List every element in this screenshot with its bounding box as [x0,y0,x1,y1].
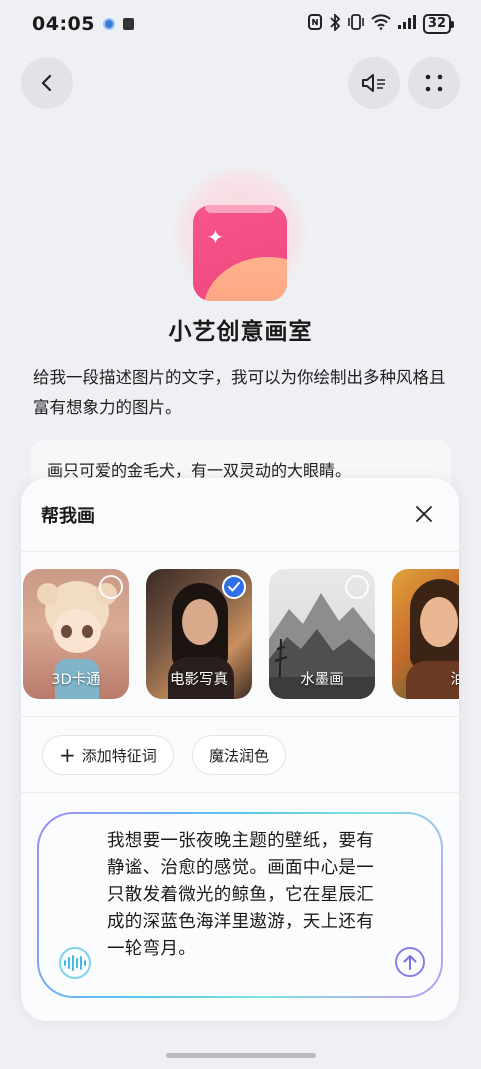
divider [21,716,459,717]
status-time: 04:05 [32,13,95,35]
sheet-title: 帮我画 [41,506,95,527]
voice-wave-icon[interactable] [59,947,91,979]
prompt-input-container[interactable]: 我想要一张夜晚主题的壁纸，要有静谧、治愈的感觉。画面中心是一只散发着微光的鲸鱼，… [37,812,443,998]
add-feature-words-chip[interactable]: + 添加特征词 [42,735,174,775]
chip-label: 魔法润色 [209,746,270,765]
style-label: 水墨画 [300,672,344,688]
style-card-film-portrait[interactable]: 电影写真 [146,569,252,699]
nfc-icon [307,14,323,34]
prompt-input[interactable]: 我想要一张夜晚主题的壁纸，要有静谧、治愈的感觉。画面中心是一只散发着微光的鲸鱼，… [39,814,441,996]
logo-tab [205,205,275,213]
vibrate-icon [347,14,365,34]
grid-dots-icon [425,74,443,92]
back-button[interactable] [21,57,73,109]
chevron-left-icon [41,74,52,92]
sparkle-icon: ✦ [207,225,224,249]
prompt-input-text[interactable]: 我想要一张夜晚主题的壁纸，要有静谧、治愈的感觉。画面中心是一只散发着微光的鲸鱼，… [107,828,385,963]
speaker-mute-icon [362,74,385,92]
style-card-oil-painting[interactable]: 油画 [392,569,459,699]
close-icon [416,506,432,522]
app-notification-icon [122,18,134,30]
style-check [345,575,369,599]
status-left: 04:05 [32,13,134,35]
home-indicator[interactable] [166,1053,316,1058]
plus-icon: + [59,743,76,767]
battery-indicator: 32 [422,14,455,34]
wifi-icon [371,14,391,34]
checkmark-icon [228,582,240,592]
style-card-3d-cartoon[interactable]: 3D卡通 [23,569,129,699]
style-check [99,575,123,599]
app-title: 小艺创意画室 [168,319,313,345]
sound-toggle-button[interactable] [348,57,400,109]
divider [21,551,459,552]
magic-polish-chip[interactable]: 魔法润色 [192,735,287,775]
sparkle-card-icon: ✦ [193,205,287,301]
style-label: 电影写真 [170,672,228,688]
style-check-selected [222,575,246,599]
style-label: 油画 [450,672,460,688]
status-right: 32 [307,12,455,35]
style-card-ink-painting[interactable]: 水墨画 [269,569,375,699]
divider [21,792,459,793]
notification-icon [102,18,115,30]
style-selector: 3D卡通 电影写真 水墨画 油 [23,569,459,699]
style-label: 3D卡通 [51,672,101,688]
send-button[interactable] [395,947,425,977]
status-bar: 04:05 32 [0,0,481,48]
draw-sheet: 帮我画 3D卡通 电影写真 水墨画 油 + 添加特征词 魔法润色 我想要一张夜晚… [21,478,459,1021]
more-options-button[interactable] [408,57,460,109]
close-button[interactable] [410,500,438,528]
signal-icon [397,14,417,34]
logo-hill [203,257,287,301]
arrow-up-icon [403,955,417,970]
app-description: 给我一段描述图片的文字，我可以为你绘制出多种风格且富有想象力的图片。 [33,368,446,417]
bluetooth-icon [329,12,341,35]
chip-label: 添加特征词 [81,746,157,765]
